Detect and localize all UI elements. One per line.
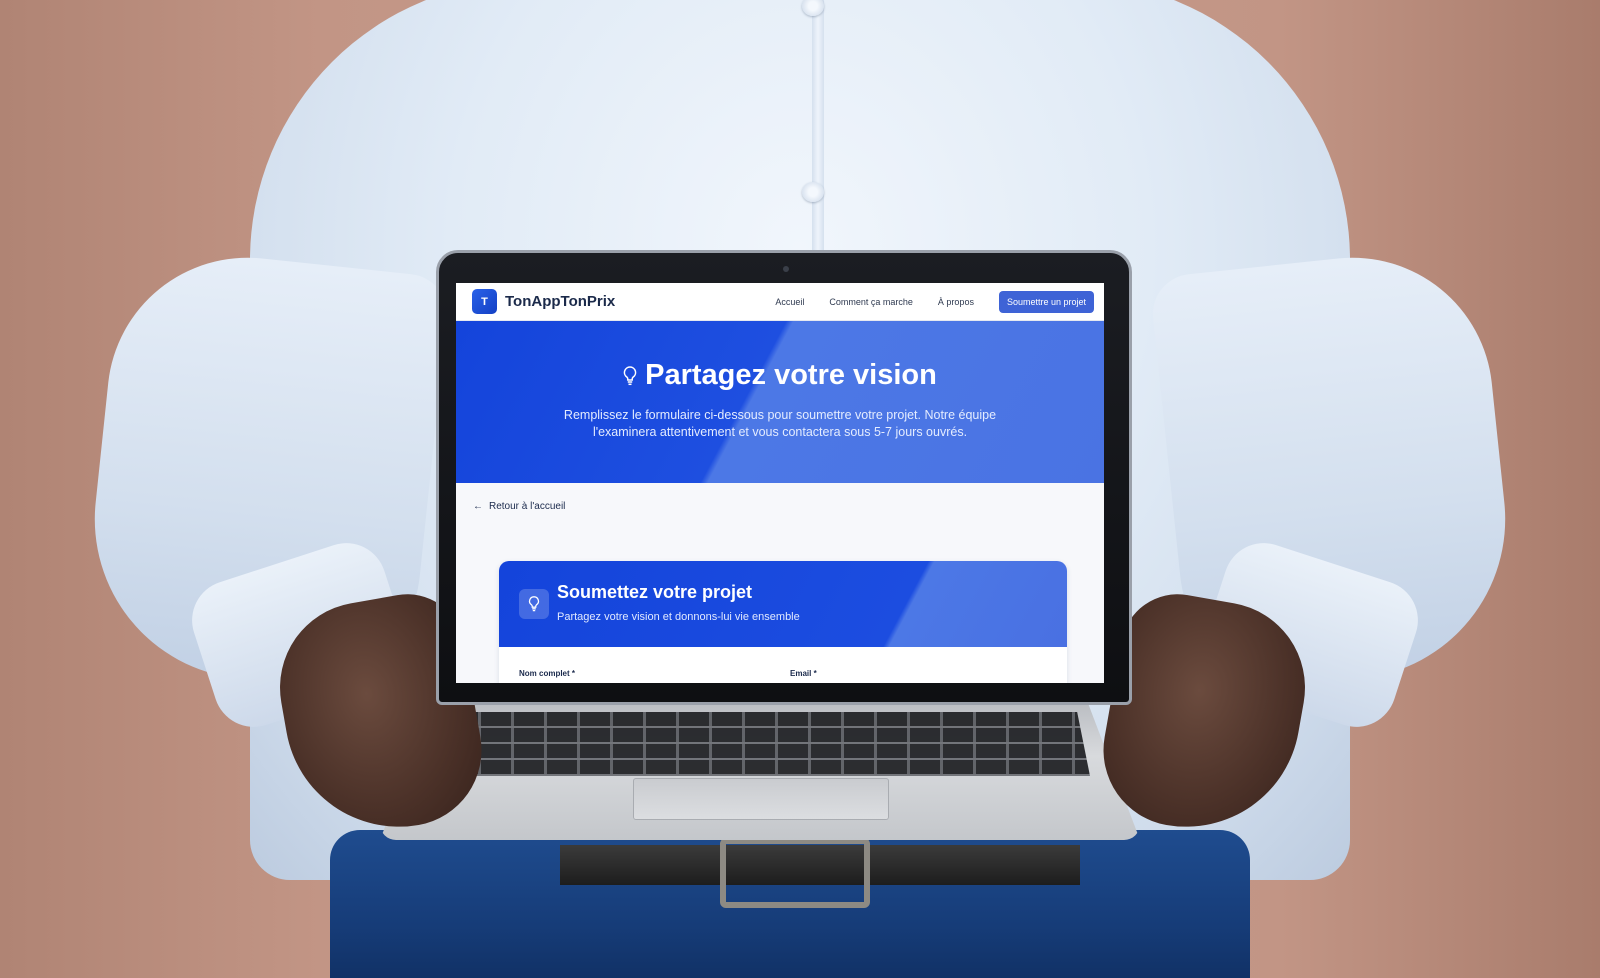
form-subtitle: Partagez votre vision et donnons-lui vie…: [557, 611, 800, 623]
shirt-button: [802, 182, 824, 202]
full-name-label: Nom complet *: [519, 669, 576, 678]
brand-name[interactable]: TonAppTonPrix: [505, 293, 615, 310]
navbar: T TonAppTonPrix Accueil Comment ça march…: [456, 283, 1104, 321]
laptop-keyboard: [448, 712, 1090, 776]
laptop-trackpad: [633, 778, 889, 820]
nav-link-a-propos[interactable]: À propos: [938, 297, 974, 307]
nav-link-comment-ca-marche[interactable]: Comment ça marche: [829, 297, 913, 307]
hero-description: Remplissez le formulaire ci-dessous pour…: [536, 407, 1024, 441]
lightbulb-icon: [528, 596, 540, 612]
belt-buckle: [720, 838, 870, 908]
hero-banner: Partagez votre vision Remplissez le form…: [456, 321, 1104, 483]
back-link-label: Retour à l'accueil: [489, 501, 566, 512]
webcam: [783, 266, 789, 272]
arrow-left-icon: ←: [473, 501, 483, 512]
form-icon-badge: [519, 589, 549, 619]
nav-link-accueil[interactable]: Accueil: [775, 297, 804, 307]
form-title: Soumettez votre projet: [557, 582, 753, 602]
laptop-screen: T TonAppTonPrix Accueil Comment ça march…: [456, 283, 1104, 683]
submit-project-button[interactable]: Soumettre un projet: [998, 290, 1094, 313]
hero-description-line: Remplissez le formulaire ci-dessous pour…: [563, 408, 997, 422]
hero-title: Partagez votre vision: [456, 359, 1104, 392]
form-card-header: Soumettez votre projet Partagez votre vi…: [499, 561, 1067, 647]
lightbulb-icon: [623, 365, 637, 385]
hero-description-line: l'examinera attentivement et vous contac…: [592, 425, 968, 439]
nav-links: Accueil Comment ça marche À propos Soume…: [775, 290, 1094, 313]
project-form-card: Soumettez votre projet Partagez votre vi…: [499, 561, 1067, 683]
email-label: Email *: [790, 669, 817, 678]
back-to-home-link[interactable]: ← Retour à l'accueil: [473, 501, 565, 512]
logo-badge[interactable]: T: [472, 289, 497, 314]
hero-title-text: Partagez votre vision: [645, 359, 937, 391]
